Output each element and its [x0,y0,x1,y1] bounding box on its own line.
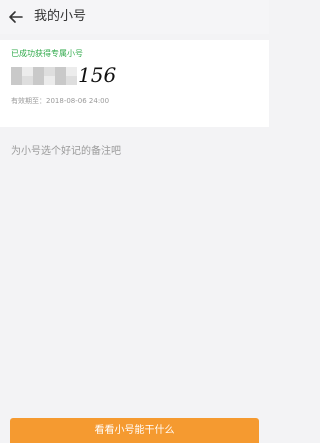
success-message: 已成功获得专属小号 [11,49,83,58]
phone-number-suffix: 156 [78,63,117,87]
learn-more-button[interactable]: 看看小号能干什么 [10,418,259,443]
number-card: 已成功获得专属小号 156 有效期至：2018-08-06 24:00 [0,40,269,127]
remark-hint[interactable]: 为小号选个好记的备注吧 [11,146,121,158]
masked-digits [11,67,77,85]
phone-number: 156 [11,64,116,86]
app-bar: 我的小号 [0,0,269,34]
back-arrow-icon[interactable] [8,9,24,25]
page-title: 我的小号 [34,9,87,24]
validity-date: 有效期至：2018-08-06 24:00 [11,97,110,105]
